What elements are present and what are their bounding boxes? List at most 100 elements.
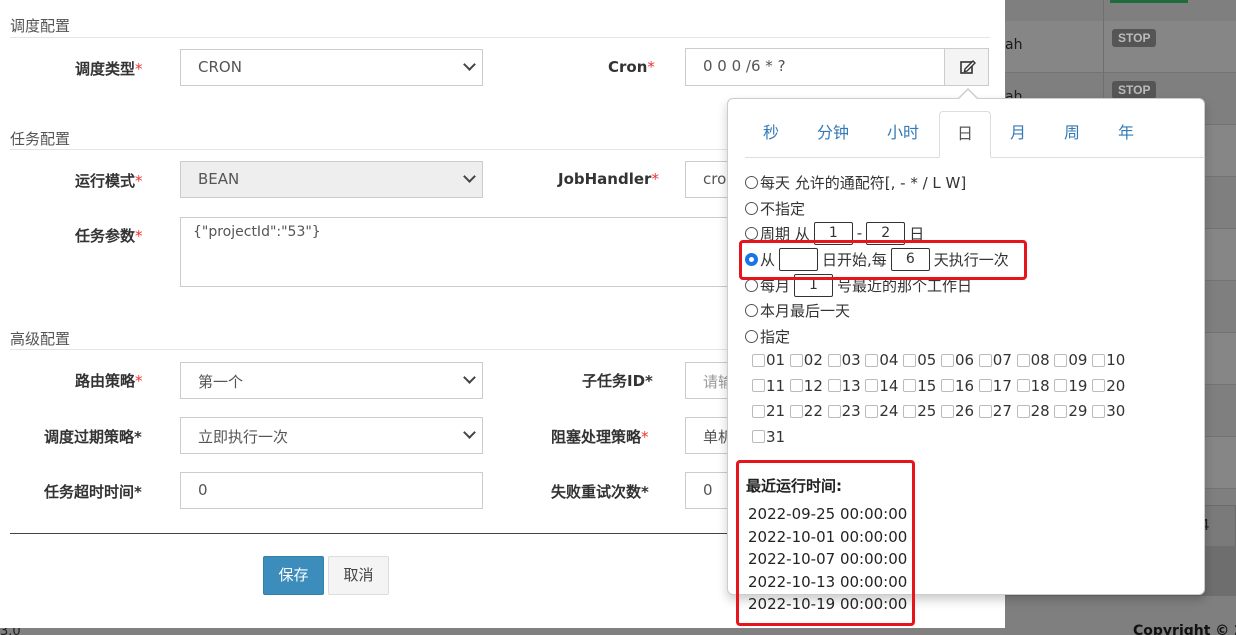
day-checkbox-label: 28 <box>1030 402 1050 420</box>
day-checkbox[interactable] <box>1092 353 1106 367</box>
day-checkbox-item[interactable]: 21 <box>752 402 785 420</box>
day-checkbox[interactable] <box>865 379 879 392</box>
misfire-strategy-select[interactable]: 立即执行一次 <box>180 417 483 454</box>
day-checkbox-item[interactable]: 18 <box>1016 377 1050 395</box>
task-params-textarea[interactable]: {"projectId":"53"} <box>180 217 745 287</box>
day-checkbox-item[interactable]: 25 <box>903 402 936 420</box>
run-mode-label: 运行模式* <box>75 172 143 190</box>
day-checkbox-item[interactable]: 04 <box>865 351 898 369</box>
day-checkbox-item[interactable]: 05 <box>903 351 936 369</box>
day-checkbox-item[interactable]: 22 <box>789 402 823 420</box>
day-checkbox-item[interactable]: 11 <box>752 377 785 395</box>
day-checkbox[interactable] <box>752 430 765 443</box>
day-checkbox-item[interactable]: 13 <box>827 377 861 395</box>
tab-year[interactable]: 年 <box>1103 111 1149 158</box>
option-unspecified[interactable]: 不指定 <box>745 197 805 219</box>
block-strategy-label: 阻塞处理策略* <box>551 428 649 446</box>
day-checkbox-item[interactable]: 17 <box>978 377 1012 395</box>
day-checkbox-label: 05 <box>917 351 937 369</box>
day-checkbox[interactable] <box>752 353 765 367</box>
day-checkbox-item[interactable]: 14 <box>865 377 898 395</box>
radio-button[interactable] <box>745 278 758 292</box>
day-checkbox-item[interactable]: 26 <box>941 402 974 420</box>
day-checkbox[interactable] <box>1016 353 1030 367</box>
day-checkbox-item[interactable]: 20 <box>1092 377 1125 395</box>
day-checkbox[interactable] <box>789 379 803 392</box>
radio-button[interactable] <box>745 329 758 343</box>
tab-second[interactable]: 秒 <box>745 111 797 158</box>
day-checkbox-item[interactable]: 12 <box>789 377 823 395</box>
day-checkbox-item[interactable]: 16 <box>941 377 974 395</box>
day-checkbox[interactable] <box>1092 404 1106 418</box>
option-last-day[interactable]: 本月最后一天 <box>745 299 850 321</box>
day-checkbox[interactable] <box>978 404 992 418</box>
day-checkbox[interactable] <box>903 404 917 418</box>
day-checkbox[interactable] <box>1016 404 1030 418</box>
day-checkbox[interactable] <box>903 379 917 392</box>
day-checkbox[interactable] <box>1054 353 1068 367</box>
tab-day[interactable]: 日 <box>939 111 991 158</box>
day-checkbox-item[interactable]: 31 <box>752 428 785 446</box>
day-checkbox[interactable] <box>827 353 841 367</box>
cancel-button[interactable]: 取消 <box>328 556 389 595</box>
route-strategy-select[interactable]: 第一个 <box>180 362 483 399</box>
day-checkbox[interactable] <box>1016 379 1030 392</box>
day-checkbox-item[interactable]: 24 <box>865 402 898 420</box>
radio-button[interactable] <box>745 226 758 240</box>
tab-hour[interactable]: 小时 <box>873 111 933 158</box>
day-checkbox[interactable] <box>941 379 954 392</box>
day-checkbox[interactable] <box>978 353 992 367</box>
day-checkbox[interactable] <box>1092 379 1106 392</box>
day-checkbox[interactable] <box>865 353 879 367</box>
cron-edit-button[interactable] <box>944 48 989 86</box>
day-checkbox-item[interactable]: 29 <box>1054 402 1087 420</box>
run-mode-select[interactable]: BEAN <box>180 161 483 198</box>
chevron-down-icon <box>463 170 476 183</box>
day-checkbox-item[interactable]: 03 <box>827 351 861 369</box>
day-checkbox-item[interactable]: 10 <box>1092 351 1125 369</box>
option-every-day[interactable]: 每天 允许的通配符[, - * / L W] <box>745 171 966 193</box>
day-checkbox[interactable] <box>1054 404 1068 418</box>
day-checkbox-item[interactable]: 06 <box>941 351 974 369</box>
day-checkbox[interactable] <box>903 353 917 367</box>
save-button[interactable]: 保存 <box>263 556 324 595</box>
day-checkbox[interactable] <box>941 353 954 367</box>
day-checkbox[interactable] <box>789 353 803 367</box>
day-checkbox[interactable] <box>827 404 841 418</box>
day-checkbox[interactable] <box>978 379 992 392</box>
timeout-input[interactable]: 0 <box>180 472 483 509</box>
radio-button[interactable] <box>745 303 758 317</box>
day-checkbox-label: 06 <box>955 351 975 369</box>
day-checkbox-item[interactable]: 28 <box>1016 402 1050 420</box>
tab-week[interactable]: 周 <box>1049 111 1095 158</box>
cron-input[interactable]: 0 0 0 /6 * ? <box>685 48 945 86</box>
day-checkbox-item[interactable]: 30 <box>1092 402 1125 420</box>
day-checkbox-label: 29 <box>1068 402 1088 420</box>
day-checkbox[interactable] <box>865 404 879 418</box>
day-checkbox-item[interactable]: 07 <box>978 351 1012 369</box>
cron-label: Cron* <box>608 58 655 76</box>
day-checkbox[interactable] <box>941 404 954 418</box>
day-checkbox-item[interactable]: 02 <box>789 351 823 369</box>
day-checkbox-item[interactable]: 01 <box>752 351 785 369</box>
schedule-type-select[interactable]: CRON <box>180 49 483 86</box>
day-checkbox-item[interactable]: 19 <box>1054 377 1087 395</box>
day-checkbox[interactable] <box>752 379 765 392</box>
day-checkbox-item[interactable]: 08 <box>1016 351 1050 369</box>
radio-button[interactable] <box>745 175 758 189</box>
tab-minute[interactable]: 分钟 <box>803 111 863 158</box>
radio-button[interactable] <box>745 201 758 215</box>
day-checkbox-label: 24 <box>879 402 899 420</box>
day-checkbox[interactable] <box>789 404 803 418</box>
day-checkbox-item[interactable]: 09 <box>1054 351 1087 369</box>
option-specify[interactable]: 指定 <box>745 325 790 347</box>
tab-month[interactable]: 月 <box>995 111 1041 158</box>
day-checkbox-item[interactable]: 23 <box>827 402 861 420</box>
day-checkbox[interactable] <box>752 404 765 418</box>
day-checkbox[interactable] <box>827 379 841 392</box>
day-checkbox-label: 26 <box>955 402 975 420</box>
day-checkbox-item[interactable]: 15 <box>903 377 936 395</box>
day-checkbox-item[interactable]: 27 <box>978 402 1012 420</box>
section-title-schedule: 调度配置 <box>10 17 71 35</box>
day-checkbox[interactable] <box>1054 379 1068 392</box>
